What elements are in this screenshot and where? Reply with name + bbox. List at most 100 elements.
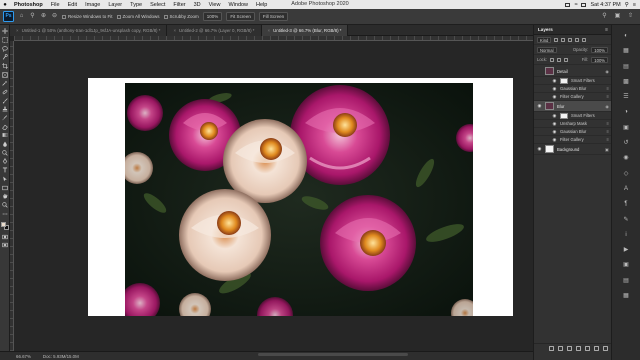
menu-image[interactable]: Image <box>81 2 104 8</box>
layer-filter-gallery[interactable]: ◉ Filter Gallery ≡ <box>534 93 612 101</box>
menu-view[interactable]: View <box>205 2 225 8</box>
marquee-tool-icon[interactable] <box>1 37 8 43</box>
pixel-filter-icon[interactable] <box>554 37 559 42</box>
tab-untitled-2[interactable]: × Untitled-2 @ 66.7% (Layer 0, RGB/8) * <box>167 25 262 36</box>
resize-windows-checkbox[interactable]: Resize Windows to Fit <box>62 14 113 19</box>
home-icon[interactable]: ⌂ <box>18 13 25 20</box>
kind-filter-select[interactable]: Kind <box>537 36 552 43</box>
healing-brush-tool-icon[interactable] <box>1 89 8 95</box>
layer-style-icon[interactable] <box>558 345 563 351</box>
filter-options-icon[interactable]: ≡ <box>607 94 609 99</box>
paragraph-panel-icon[interactable]: ¶ <box>623 201 630 208</box>
clone-stamp-tool-icon[interactable] <box>1 106 8 112</box>
filter-mask-thumbnail[interactable] <box>560 77 568 84</box>
apple-icon[interactable]: ● <box>0 2 10 8</box>
menu-file[interactable]: File <box>47 2 64 8</box>
battery-icon[interactable] <box>581 2 587 7</box>
opacity-input[interactable]: 100% <box>591 46 608 53</box>
timeline-panel-icon[interactable]: ▦ <box>623 293 630 300</box>
type-tool-icon[interactable] <box>1 167 8 173</box>
menu-clock[interactable]: Sat 4:37 PM <box>590 2 620 8</box>
crop-tool-icon[interactable] <box>1 62 8 69</box>
filter-options-icon[interactable]: ≡ <box>607 86 609 91</box>
search-icon[interactable]: ⚲ <box>601 13 608 20</box>
zoom-all-checkbox[interactable]: Zoom All Windows <box>116 14 160 19</box>
layer-unsharp-mask[interactable]: ◉ Unsharp Mask ≡ <box>534 120 612 128</box>
panel-menu-icon[interactable]: ≡ <box>605 27 608 33</box>
patterns-panel-icon[interactable]: ▩ <box>623 79 630 86</box>
lock-pixels-icon[interactable] <box>550 57 555 62</box>
filter-options-icon[interactable]: ≡ <box>607 129 609 134</box>
scrubby-zoom-checkbox[interactable]: Scrubby Zoom <box>163 14 199 19</box>
hand-tool-icon[interactable] <box>1 193 8 199</box>
screen-icon[interactable] <box>565 2 571 7</box>
libraries-panel-icon[interactable]: ▣ <box>623 125 630 132</box>
adjustments-panel-icon[interactable]: ◑ <box>623 109 630 116</box>
fill-input[interactable]: 100% <box>591 56 608 63</box>
menu-filter[interactable]: Filter <box>169 2 189 8</box>
screen-mode-icon[interactable] <box>1 242 8 248</box>
color-panel-icon[interactable]: ◐ <box>623 33 630 40</box>
history-brush-tool-icon[interactable] <box>1 115 8 121</box>
navigator-panel-icon[interactable]: ▣ <box>623 262 630 269</box>
history-panel-icon[interactable]: ↺ <box>623 140 630 147</box>
layer-gaussian-blur[interactable]: ◉ Gaussian Blur ≡ <box>534 85 612 93</box>
share-icon[interactable]: ⇧ <box>627 13 634 20</box>
layer-gaussian-blur-2[interactable]: ◉ Gaussian Blur ≡ <box>534 128 612 136</box>
blur-tool-icon[interactable] <box>1 141 8 147</box>
doc-size-readout[interactable]: Doc: 5.93M/15.0M <box>43 354 79 359</box>
visibility-icon[interactable]: ◉ <box>552 94 557 100</box>
menu-3d[interactable]: 3D <box>190 2 205 8</box>
lock-icon[interactable]: ▣ <box>605 147 609 152</box>
brush-settings-panel-icon[interactable]: ✎ <box>623 217 630 224</box>
layer-smart-filters-2[interactable]: ◉ Smart Filters <box>534 112 612 120</box>
menu-help[interactable]: Help <box>252 2 271 8</box>
filter-mask-thumbnail[interactable] <box>560 112 568 119</box>
visibility-icon[interactable]: ◉ <box>537 103 542 109</box>
workspace-icon[interactable]: ▣ <box>614 13 621 20</box>
visibility-icon[interactable]: ◉ <box>552 86 557 92</box>
layer-background[interactable]: ◉ Background ▣ <box>534 144 612 155</box>
properties-panel-icon[interactable]: ☰ <box>623 94 630 101</box>
eraser-tool-icon[interactable] <box>1 124 8 130</box>
tab-untitled-3[interactable]: × Untitled-3 @ 66.7% (Blur, RGB/8) * <box>261 25 349 36</box>
fit-screen-button[interactable]: Fit Screen <box>226 12 255 21</box>
brush-tool-icon[interactable] <box>1 97 8 104</box>
visibility-icon[interactable]: ◉ <box>552 113 557 119</box>
menu-select[interactable]: Select <box>146 2 169 8</box>
layer-smart-filters[interactable]: ◉ Smart Filters <box>534 77 612 85</box>
new-layer-icon[interactable] <box>594 345 599 351</box>
foreground-color-swatch[interactable] <box>0 222 6 228</box>
quick-select-tool-icon[interactable] <box>1 54 8 60</box>
channels-panel-icon[interactable]: ◉ <box>623 155 630 162</box>
eyedropper-tool-icon[interactable] <box>1 80 8 86</box>
frame-tool-icon[interactable] <box>1 71 8 78</box>
canvas-area[interactable] <box>14 41 533 351</box>
actions-panel-icon[interactable]: ▶ <box>623 247 630 254</box>
rectangle-tool-icon[interactable] <box>1 184 8 190</box>
character-panel-icon[interactable]: A <box>623 186 630 193</box>
link-layers-icon[interactable] <box>549 345 554 351</box>
close-icon[interactable]: × <box>173 28 176 33</box>
layer-comps-panel-icon[interactable]: ▤ <box>623 278 630 285</box>
pen-tool-icon[interactable] <box>1 158 8 165</box>
lock-all-icon[interactable] <box>564 57 569 62</box>
smart-object-filter-icon[interactable] <box>582 37 587 42</box>
menu-window[interactable]: Window <box>224 2 252 8</box>
delete-layer-icon[interactable] <box>603 345 608 351</box>
adjustment-layer-icon[interactable] <box>576 345 581 351</box>
swatches-panel-icon[interactable]: ▦ <box>623 48 630 55</box>
search-icon[interactable]: ⚲ <box>625 2 629 8</box>
wifi-icon[interactable]: ≈ <box>574 2 577 8</box>
document-canvas[interactable] <box>88 78 513 316</box>
layer-detail[interactable]: Detail ◉ <box>534 66 612 77</box>
add-mask-icon[interactable] <box>567 345 572 351</box>
type-filter-icon[interactable] <box>568 37 573 42</box>
zoom-in-icon[interactable]: ⊕ <box>40 13 47 20</box>
tab-layers[interactable]: Layers <box>538 27 553 32</box>
path-selection-tool-icon[interactable] <box>1 176 8 182</box>
color-swatches[interactable] <box>0 222 9 231</box>
filter-options-icon[interactable]: ≡ <box>607 121 609 126</box>
shape-filter-icon[interactable] <box>575 37 580 42</box>
dodge-tool-icon[interactable] <box>1 150 8 156</box>
